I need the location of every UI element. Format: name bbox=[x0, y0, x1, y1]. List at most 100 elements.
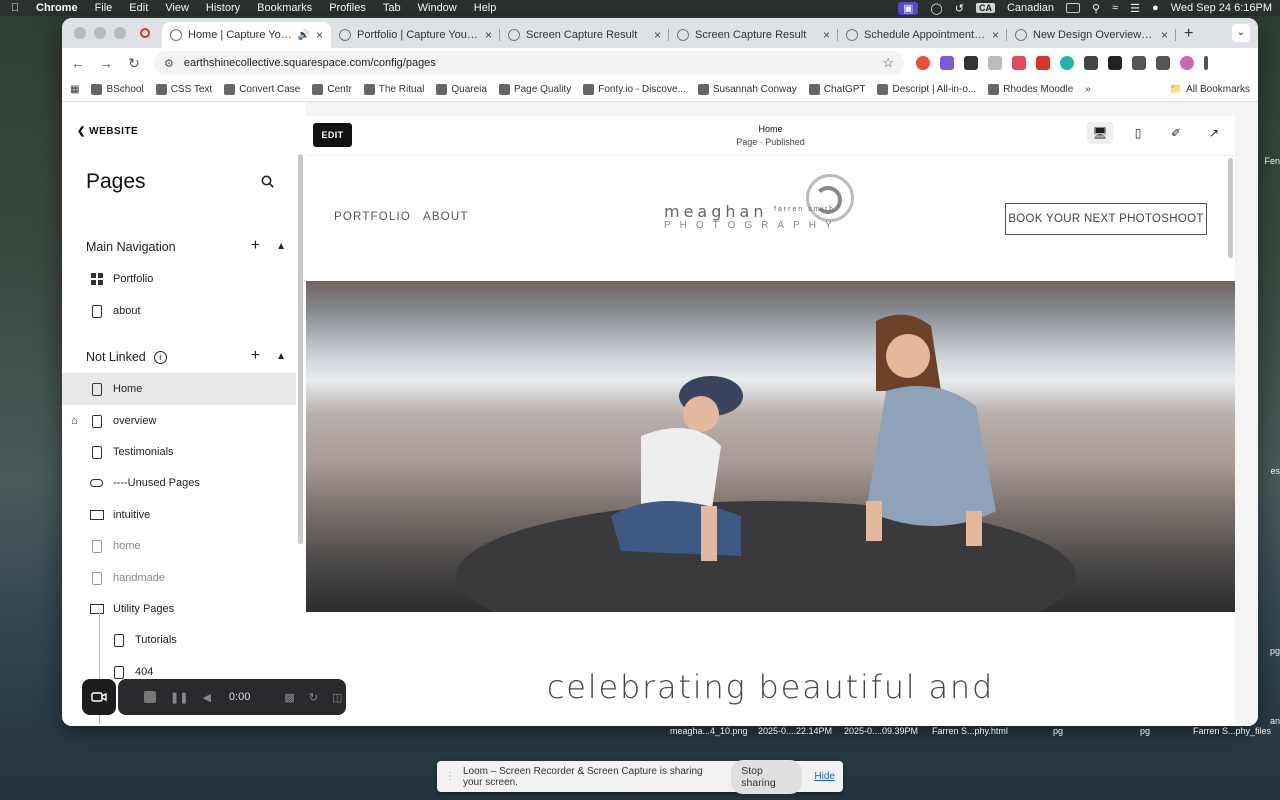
tab-screen-capture-1[interactable]: Screen Capture Result × bbox=[500, 22, 669, 48]
tab-new-design-overview[interactable]: New Design Overview | Meag × bbox=[1007, 22, 1176, 48]
reload-icon[interactable]: ↻ bbox=[126, 55, 142, 72]
back-arrow-icon[interactable]: ← bbox=[70, 55, 86, 71]
camera-extension-icon[interactable] bbox=[988, 56, 1002, 70]
download-icon[interactable] bbox=[1156, 56, 1170, 70]
page-item-home[interactable]: Home bbox=[62, 373, 296, 405]
apple-icon[interactable]:  bbox=[8, 2, 22, 14]
close-window-button[interactable] bbox=[74, 27, 86, 39]
page-item-testimonials[interactable]: Testimonials bbox=[62, 436, 296, 468]
menu-help[interactable]: Help bbox=[474, 2, 497, 14]
expand-arrow-icon[interactable]: ↗ bbox=[1201, 122, 1227, 144]
restart-icon[interactable]: ↻ bbox=[309, 691, 318, 704]
siri-icon[interactable]: ● bbox=[1152, 2, 1159, 14]
control-center-icon[interactable]: ☰ bbox=[1130, 2, 1140, 15]
minimize-window-button[interactable] bbox=[94, 27, 106, 39]
drawing-tool-icon[interactable]: ▩ bbox=[284, 691, 294, 704]
menu-tab[interactable]: Tab bbox=[383, 2, 401, 14]
stop-recording-icon[interactable] bbox=[144, 691, 156, 703]
tab-home[interactable]: Home | Capture Your Uni 🔊 × bbox=[162, 22, 331, 48]
desktop-file[interactable]: 2025-0....22.14PM bbox=[758, 726, 832, 736]
all-bookmarks-folder[interactable]: 📁 All Bookmarks bbox=[1170, 84, 1250, 95]
spotlight-icon[interactable]: ⚲ bbox=[1092, 2, 1100, 15]
menu-history[interactable]: History bbox=[206, 2, 240, 14]
drag-handle-icon[interactable]: ⋮ bbox=[445, 771, 455, 782]
bookmark-fonty[interactable]: Fonty.io - Discove... bbox=[583, 84, 686, 95]
close-tab-icon[interactable]: × bbox=[485, 28, 492, 42]
wifi-icon[interactable]: ≈ bbox=[1112, 2, 1118, 14]
eyedropper-extension-icon[interactable] bbox=[1084, 56, 1098, 70]
puzzle-extensions-icon[interactable] bbox=[1132, 56, 1146, 70]
chevron-up-icon[interactable]: ▲ bbox=[276, 241, 286, 252]
desktop-file[interactable]: Farren S...phy.html bbox=[932, 726, 1008, 736]
desktop-file[interactable]: 2025-0....09.39PM bbox=[844, 726, 918, 736]
bookmark-quareia[interactable]: Quareia bbox=[436, 84, 487, 95]
nav-item-portfolio[interactable]: Portfolio bbox=[62, 263, 296, 295]
stop-sharing-button[interactable]: Stop sharing bbox=[731, 759, 803, 794]
profile-avatar[interactable] bbox=[1180, 56, 1194, 70]
fonts-extension-icon[interactable] bbox=[1108, 56, 1122, 70]
menu-file[interactable]: File bbox=[95, 2, 113, 14]
trash-icon[interactable]: ◫ bbox=[332, 691, 342, 704]
site-logo[interactable]: meaghan farren smith PHOTOGRAPHY bbox=[664, 174, 878, 236]
focus-icon[interactable]: ◯ bbox=[930, 2, 942, 15]
rewind-icon[interactable]: ◀ bbox=[202, 691, 210, 704]
pause-icon[interactable]: ❚❚ bbox=[170, 691, 188, 704]
tab-search-chevron-icon[interactable]: ⌄ bbox=[1232, 24, 1250, 42]
menubar-clock[interactable]: Wed Sep 24 6:16PM bbox=[1171, 2, 1272, 14]
tab-portfolio[interactable]: Portfolio | Capture Your Mom × bbox=[331, 22, 500, 48]
back-to-website-link[interactable]: ❮ WEBSITE bbox=[77, 126, 138, 137]
input-source-label[interactable]: Canadian bbox=[1007, 2, 1054, 14]
calendar-extension-icon[interactable] bbox=[1036, 56, 1050, 70]
site-nav-portfolio[interactable]: PORTFOLIO bbox=[334, 211, 411, 223]
bookmark-css-text[interactable]: CSS Text bbox=[155, 84, 212, 95]
page-item-handmade[interactable]: handmade bbox=[62, 562, 296, 594]
bookmark-bschool[interactable]: BSchool bbox=[91, 84, 144, 95]
page-item-overview[interactable]: ⌂ overview bbox=[62, 405, 296, 437]
close-tab-icon[interactable]: × bbox=[654, 28, 661, 42]
bookmark-descript[interactable]: Descript | All-in-o... bbox=[877, 84, 976, 95]
info-icon[interactable]: i bbox=[153, 350, 167, 364]
page-item-home-disabled[interactable]: home bbox=[62, 530, 296, 562]
nav-item-about[interactable]: about bbox=[62, 295, 296, 327]
site-styles-brush-icon[interactable]: ✐ bbox=[1163, 122, 1189, 144]
apps-grid-extension-icon[interactable] bbox=[964, 56, 978, 70]
time-machine-icon[interactable]: ↺ bbox=[955, 2, 964, 15]
bookmark-page-quality[interactable]: Page Quality bbox=[498, 84, 571, 95]
tab-screen-capture-2[interactable]: Screen Capture Result × bbox=[669, 22, 838, 48]
mobile-view-icon[interactable]: ▯ bbox=[1125, 122, 1151, 144]
input-source-flag-icon[interactable]: CA bbox=[975, 3, 995, 13]
page-item-intuitive[interactable]: intuitive bbox=[62, 499, 296, 531]
battery-icon[interactable] bbox=[1066, 3, 1081, 13]
desktop-file[interactable]: pg bbox=[1053, 726, 1063, 736]
new-tab-button[interactable]: + bbox=[1184, 25, 1193, 43]
more-bookmarks-chevron-icon[interactable]: » bbox=[1085, 84, 1091, 95]
color-picker-extension-icon[interactable] bbox=[916, 56, 930, 70]
menu-bookmarks[interactable]: Bookmarks bbox=[257, 2, 312, 14]
bookmark-the-ritual[interactable]: The Ritual bbox=[363, 84, 424, 95]
menu-profiles[interactable]: Profiles bbox=[329, 2, 366, 14]
chevron-up-icon[interactable]: ▲ bbox=[276, 351, 286, 362]
url-text[interactable]: earthshinecollective.squarespace.com/con… bbox=[184, 57, 436, 69]
hide-sharing-bar-link[interactable]: Hide bbox=[814, 771, 835, 782]
bookmark-susannah-conway[interactable]: Susannah Conway bbox=[697, 84, 797, 95]
pocket-extension-icon[interactable] bbox=[1012, 56, 1026, 70]
address-bar[interactable]: ⚙ earthshinecollective.squarespace.com/c… bbox=[154, 51, 904, 75]
loom-extension-icon[interactable] bbox=[940, 56, 954, 70]
bookmark-chatgpt[interactable]: ChatGPT bbox=[808, 84, 865, 95]
preview-scrollbar[interactable] bbox=[1228, 158, 1233, 258]
close-tab-icon[interactable]: × bbox=[992, 28, 999, 42]
close-tab-icon[interactable]: × bbox=[1161, 28, 1168, 42]
menu-window[interactable]: Window bbox=[418, 2, 457, 14]
add-page-plus-icon[interactable]: + bbox=[251, 347, 260, 365]
grammar-extension-icon[interactable] bbox=[1060, 56, 1074, 70]
desktop-view-icon[interactable]: 🖥 bbox=[1087, 122, 1113, 144]
page-item-tutorials[interactable]: Tutorials bbox=[62, 624, 296, 656]
menu-edit[interactable]: Edit bbox=[129, 2, 148, 14]
search-icon[interactable] bbox=[261, 175, 274, 188]
apps-icon[interactable]: ▦ bbox=[70, 84, 79, 95]
edit-button[interactable]: EDIT bbox=[313, 123, 352, 147]
maximize-window-button[interactable] bbox=[114, 27, 126, 39]
bookmark-centr[interactable]: Centr bbox=[312, 84, 352, 95]
tab-schedule-appointment[interactable]: Schedule Appointment with × bbox=[838, 22, 1007, 48]
site-info-icon[interactable]: ⚙ bbox=[164, 57, 174, 70]
